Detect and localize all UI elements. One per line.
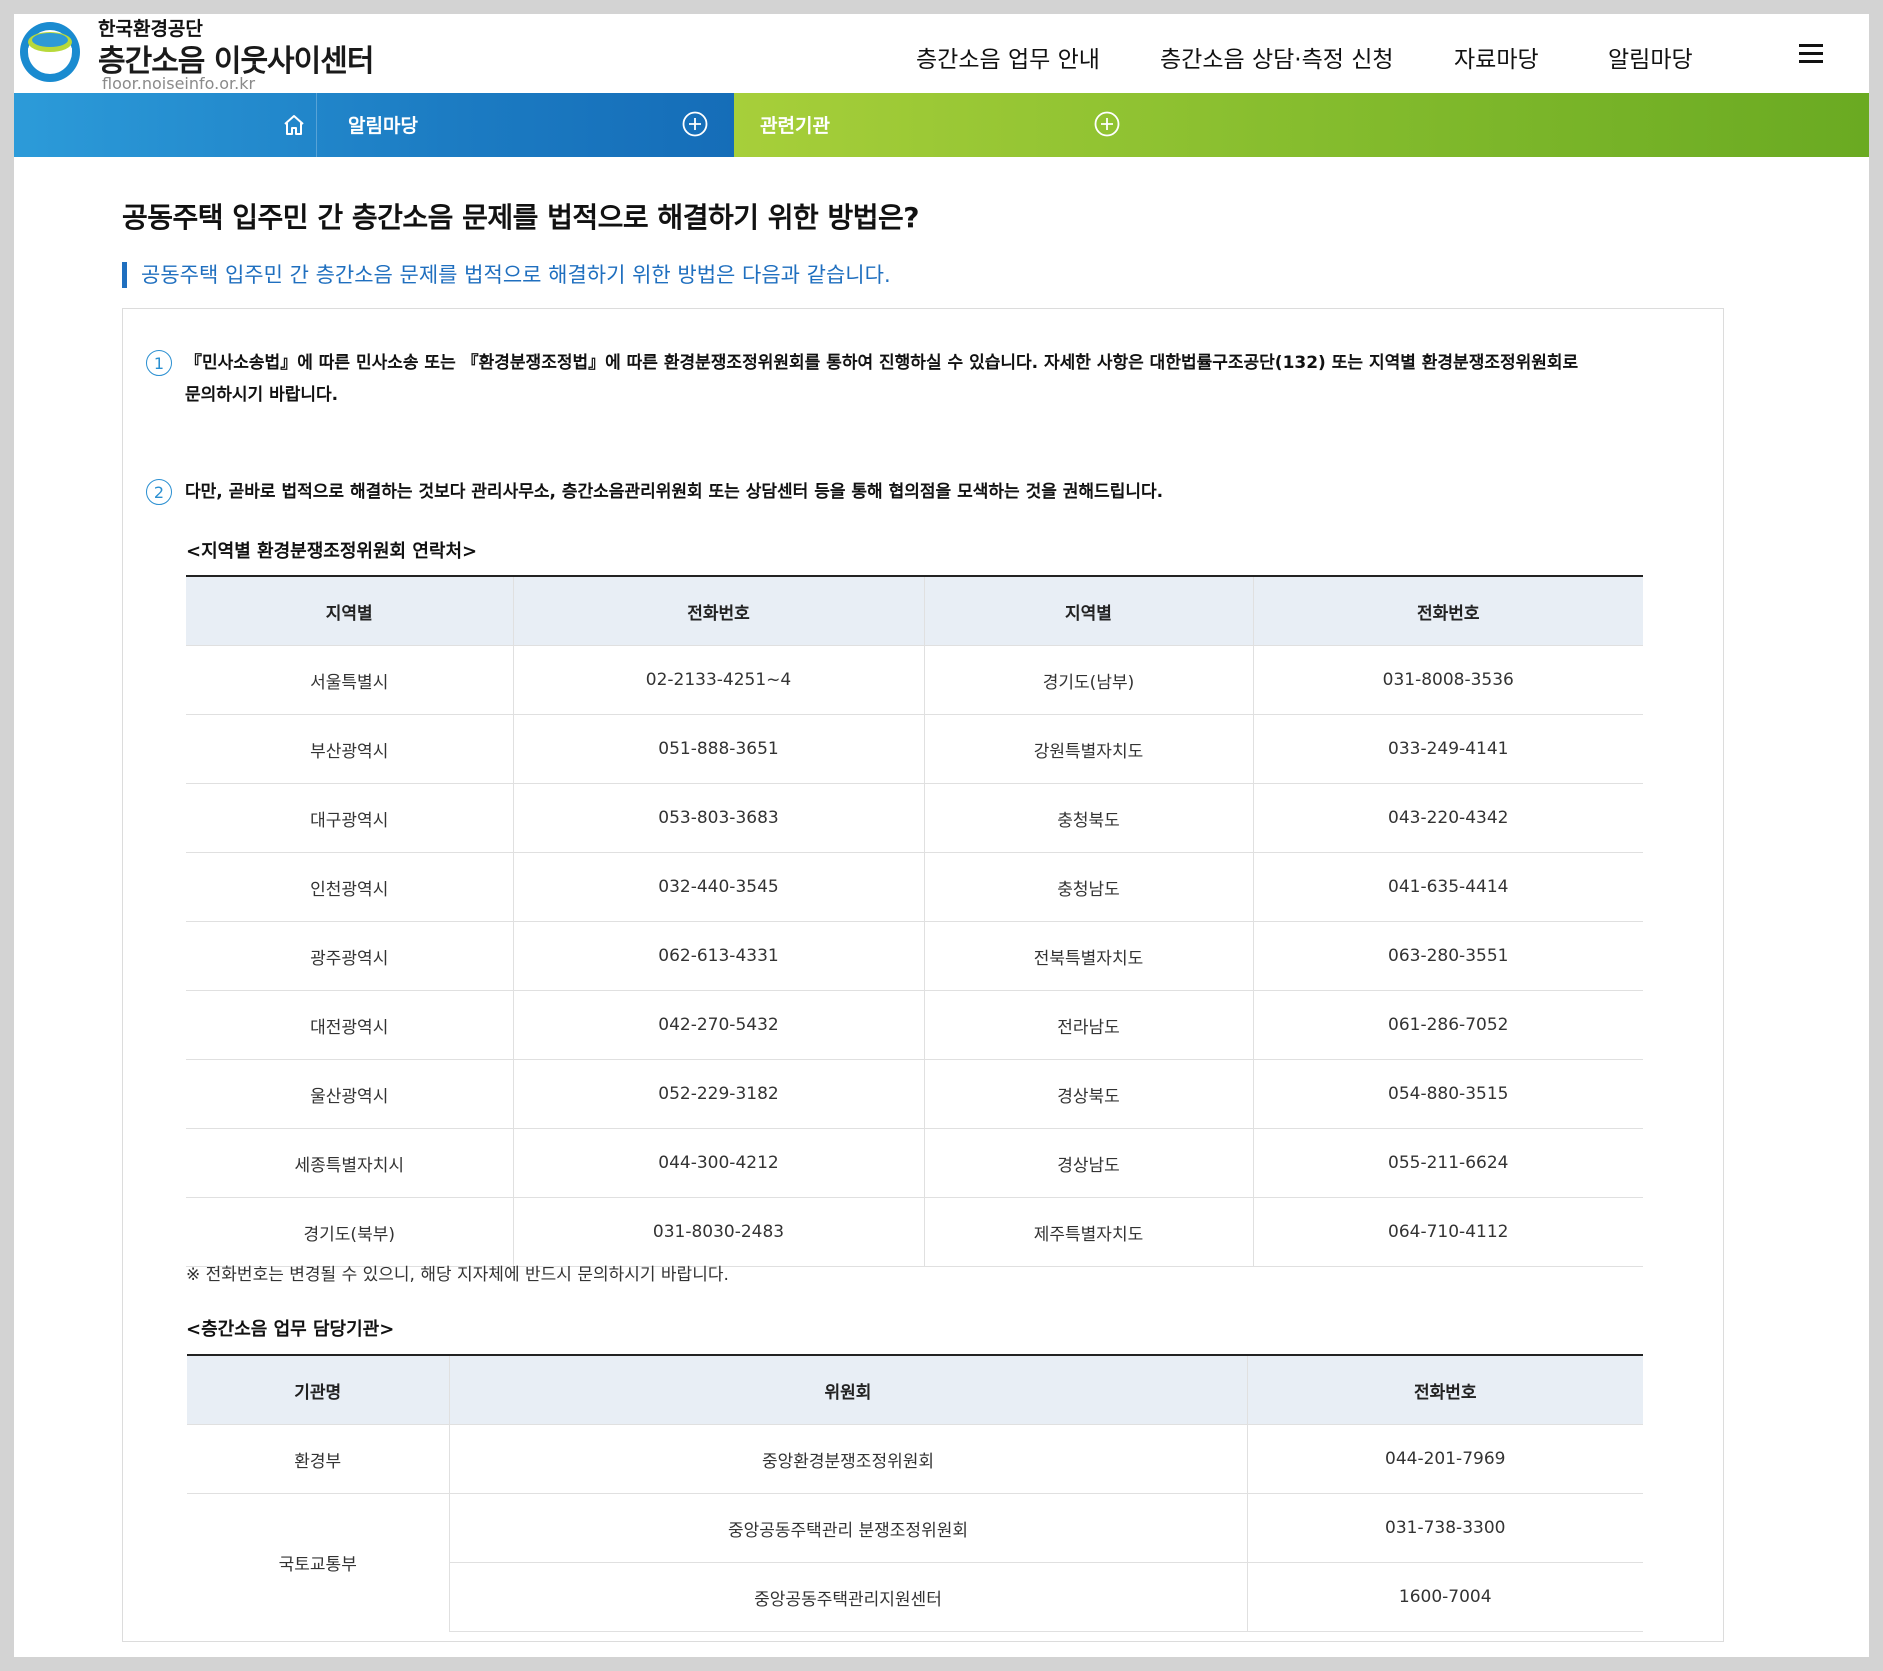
table-row: 부산광역시 051-888-3651 강원특별자치도 033-249-4141 — [186, 714, 1643, 784]
phone-change-note: ※ 전화번호는 변경될 수 있으니, 해당 지자체에 반드시 문의하시기 바랍니… — [186, 1265, 729, 1285]
item-number-2: 2 — [146, 479, 172, 505]
plus-circle-icon[interactable] — [1094, 111, 1120, 137]
table-row: 대구광역시 053-803-3683 충청북도 043-220-4342 — [186, 783, 1643, 853]
column-header: 전화번호 — [1247, 1354, 1643, 1425]
org-cell: 환경부 — [187, 1424, 450, 1494]
site-url: floor.noiseinfo.or.kr — [102, 74, 256, 93]
region-cell: 전북특별자치도 — [924, 921, 1254, 991]
column-header: 전화번호 — [513, 575, 925, 646]
region-cell: 광주광역시 — [186, 921, 514, 991]
phone-cell: 033-249-4141 — [1253, 714, 1643, 784]
hamburger-icon[interactable] — [1799, 44, 1823, 64]
committee-cell: 중앙공동주택관리 분쟁조정위원회 — [449, 1493, 1248, 1563]
region-cell: 울산광역시 — [186, 1059, 514, 1129]
column-header: 지역별 — [186, 575, 514, 646]
region-cell: 강원특별자치도 — [924, 714, 1254, 784]
region-cell: 충청남도 — [924, 852, 1254, 922]
region-cell: 경상북도 — [924, 1059, 1254, 1129]
committee-cell: 중앙환경분쟁조정위원회 — [449, 1424, 1248, 1494]
table-row: 울산광역시 052-229-3182 경상북도 054-880-3515 — [186, 1059, 1643, 1129]
committee-cell: 중앙공동주택관리지원센터 — [448, 1562, 1248, 1632]
org-cell: 국토교통부 — [187, 1493, 450, 1632]
phone-cell: 031-8030-2483 — [513, 1197, 925, 1267]
breadcrumb-green-segment — [734, 93, 1869, 157]
breadcrumb-level2[interactable]: 관련기관 — [760, 111, 830, 138]
region-cell: 인천광역시 — [186, 852, 514, 922]
table-row: 경기도(북부) 031-8030-2483 제주특별자치도 064-710-41… — [186, 1197, 1643, 1267]
phone-cell: 031-8008-3536 — [1253, 645, 1643, 715]
page-subtitle: 공동주택 입주민 간 층간소음 문제를 법적으로 해결하기 위한 방법은 다음과… — [122, 262, 891, 288]
column-header: 위원회 — [449, 1354, 1248, 1425]
agencies-table: 기관명 위원회 전화번호 환경부 중앙환경분쟁조정위원회 044-201-796… — [187, 1354, 1643, 1632]
regional-contact-table: 지역별 전화번호 지역별 전화번호 서울특별시 02-2133-4251~4 경… — [186, 575, 1643, 1267]
region-cell: 서울특별시 — [186, 645, 514, 715]
table-row: 광주광역시 062-613-4331 전북특별자치도 063-280-3551 — [186, 921, 1643, 991]
table-header-row: 지역별 전화번호 지역별 전화번호 — [186, 575, 1643, 646]
plus-circle-icon[interactable] — [682, 111, 708, 137]
region-cell: 부산광역시 — [186, 714, 514, 784]
region-cell: 대구광역시 — [186, 783, 514, 853]
item-1-line2: 문의하시기 바랍니다. — [185, 385, 339, 405]
phone-cell: 043-220-4342 — [1253, 783, 1643, 853]
phone-cell: 053-803-3683 — [513, 783, 925, 853]
phone-cell: 031-738-3300 — [1247, 1493, 1643, 1563]
item-2-line1: 다만, 곧바로 법적으로 해결하는 것보다 관리사무소, 층간소음관리위원회 또… — [185, 482, 1164, 502]
regional-table-title: <지역별 환경분쟁조정위원회 연락처> — [186, 541, 478, 562]
phone-cell: 032-440-3545 — [513, 852, 925, 922]
phone-cell: 055-211-6624 — [1253, 1128, 1643, 1198]
phone-cell: 044-201-7969 — [1247, 1424, 1643, 1494]
breadcrumb-level1[interactable]: 알림마당 — [348, 111, 418, 138]
table-row: 국토교통부 중앙공동주택관리 분쟁조정위원회 031-738-3300 — [187, 1493, 1643, 1632]
region-cell: 경상남도 — [924, 1128, 1254, 1198]
breadcrumb-home[interactable] — [246, 93, 317, 157]
phone-cell: 063-280-3551 — [1253, 921, 1643, 991]
table-row: 환경부 중앙환경분쟁조정위원회 044-201-7969 — [187, 1424, 1643, 1494]
region-cell: 세종특별자치시 — [186, 1128, 514, 1198]
region-cell: 경기도(남부) — [924, 645, 1254, 715]
phone-cell: 044-300-4212 — [513, 1128, 925, 1198]
content-box: 1 『민사소송법』에 따른 민사소송 또는 『환경분쟁조정법』에 따른 환경분쟁… — [122, 308, 1724, 1642]
phone-cell: 062-613-4331 — [513, 921, 925, 991]
agencies-table-title: <층간소음 업무 담당기관> — [186, 1319, 395, 1340]
column-header: 전화번호 — [1253, 575, 1643, 646]
page-title: 공동주택 입주민 간 층간소음 문제를 법적으로 해결하기 위한 방법은? — [122, 201, 920, 234]
region-cell: 대전광역시 — [186, 990, 514, 1060]
phone-cell: 052-229-3182 — [513, 1059, 925, 1129]
phone-cell: 042-270-5432 — [513, 990, 925, 1060]
phone-cell: 041-635-4414 — [1253, 852, 1643, 922]
region-cell: 전라남도 — [924, 990, 1254, 1060]
item-1-line1: 『민사소송법』에 따른 민사소송 또는 『환경분쟁조정법』에 따른 환경분쟁조정… — [185, 353, 1579, 373]
phone-cell: 054-880-3515 — [1253, 1059, 1643, 1129]
nav-item-resources[interactable]: 자료마당 — [1454, 40, 1539, 74]
table-row: 인천광역시 032-440-3545 충청남도 041-635-4414 — [186, 852, 1643, 922]
phone-cell: 02-2133-4251~4 — [513, 645, 925, 715]
column-header: 기관명 — [187, 1354, 450, 1425]
region-cell: 제주특별자치도 — [924, 1197, 1254, 1267]
table-row: 대전광역시 042-270-5432 전라남도 061-286-7052 — [186, 990, 1643, 1060]
logo-icon[interactable] — [18, 20, 82, 84]
phone-cell: 1600-7004 — [1247, 1562, 1643, 1632]
phone-cell: 061-286-7052 — [1253, 990, 1643, 1060]
home-icon — [284, 115, 304, 135]
browser-page: 한국환경공단 층간소음 이웃사이센터 floor.noiseinfo.or.kr… — [14, 14, 1869, 1657]
column-header: 지역별 — [924, 575, 1254, 646]
item-number-1: 1 — [146, 350, 172, 376]
nav-item-notice[interactable]: 알림마당 — [1608, 40, 1693, 74]
phone-cell: 051-888-3651 — [513, 714, 925, 784]
region-cell: 경기도(북부) — [186, 1197, 514, 1267]
nav-item-consult[interactable]: 층간소음 상담·측정 신청 — [1160, 40, 1394, 74]
breadcrumb: 알림마당 관련기관 — [14, 93, 1869, 157]
table-row: 서울특별시 02-2133-4251~4 경기도(남부) 031-8008-35… — [186, 645, 1643, 715]
nav-item-guide[interactable]: 층간소음 업무 안내 — [916, 40, 1100, 74]
region-cell: 충청북도 — [924, 783, 1254, 853]
table-row: 세종특별자치시 044-300-4212 경상남도 055-211-6624 — [186, 1128, 1643, 1198]
site-header: 한국환경공단 층간소음 이웃사이센터 floor.noiseinfo.or.kr… — [14, 14, 1869, 93]
phone-cell: 064-710-4112 — [1253, 1197, 1643, 1267]
table-header-row: 기관명 위원회 전화번호 — [187, 1354, 1643, 1425]
